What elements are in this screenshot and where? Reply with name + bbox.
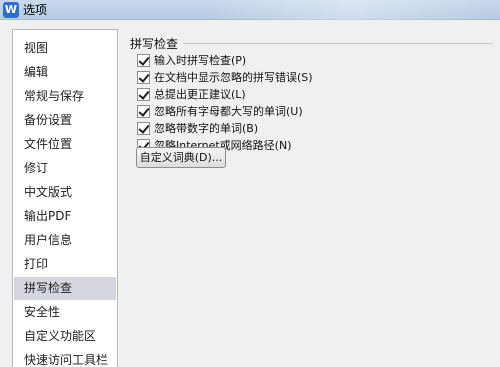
sidebar-item-general-save[interactable]: 常规与保存 <box>14 85 116 108</box>
ignore-uppercase-checkbox[interactable] <box>137 104 150 118</box>
sidebar-item-customize-ribbon[interactable]: 自定义功能区 <box>14 325 116 348</box>
spell-check-group-title: 拼写检查 <box>130 35 182 52</box>
option-ignore-uppercase[interactable]: 忽略所有字母都大写的单词(U) <box>137 103 303 119</box>
always-suggest-checkbox[interactable] <box>137 87 150 101</box>
sidebar-item-export-pdf[interactable]: 输出PDF <box>14 205 116 228</box>
ignore-numbers-label[interactable]: 忽略带数字的单词(B) <box>154 120 258 136</box>
options-dialog-body: 视图 编辑 常规与保存 备份设置 文件位置 修订 中文版式 输出PDF 用户信息… <box>0 20 500 367</box>
sidebar-item-backup[interactable]: 备份设置 <box>14 109 116 132</box>
sidebar-item-spell-check[interactable]: 拼写检查 <box>14 277 116 300</box>
sidebar-item-print[interactable]: 打印 <box>14 253 116 276</box>
options-category-list[interactable]: 视图 编辑 常规与保存 备份设置 文件位置 修订 中文版式 输出PDF 用户信息… <box>12 29 118 367</box>
window-title: 选项 <box>23 3 48 17</box>
group-divider <box>183 43 493 44</box>
sidebar-item-edit[interactable]: 编辑 <box>14 61 116 84</box>
custom-dictionary-button[interactable]: 自定义词典(D)... <box>136 147 226 168</box>
option-always-suggest[interactable]: 总提出更正建议(L) <box>137 86 246 102</box>
show-ignored-errors-label[interactable]: 在文档中显示忽略的拼写错误(S) <box>154 69 313 85</box>
ignore-uppercase-label[interactable]: 忽略所有字母都大写的单词(U) <box>154 103 303 119</box>
sidebar-item-file-location[interactable]: 文件位置 <box>14 133 116 156</box>
check-while-typing-label[interactable]: 输入时拼写检查(P) <box>154 52 246 68</box>
title-bar: W 选项 <box>0 0 500 20</box>
title-bar-glow <box>205 0 495 20</box>
check-while-typing-checkbox[interactable] <box>137 53 150 67</box>
option-check-while-typing[interactable]: 输入时拼写检查(P) <box>137 52 246 68</box>
option-ignore-numbers[interactable]: 忽略带数字的单词(B) <box>137 120 258 136</box>
always-suggest-label[interactable]: 总提出更正建议(L) <box>154 86 246 102</box>
sidebar-item-security[interactable]: 安全性 <box>14 301 116 324</box>
sidebar-item-revision[interactable]: 修订 <box>14 157 116 180</box>
sidebar-item-chinese-layout[interactable]: 中文版式 <box>14 181 116 204</box>
option-show-ignored-errors[interactable]: 在文档中显示忽略的拼写错误(S) <box>137 69 313 85</box>
sidebar-item-user-info[interactable]: 用户信息 <box>14 229 116 252</box>
sidebar-item-view[interactable]: 视图 <box>14 37 116 60</box>
ignore-numbers-checkbox[interactable] <box>137 121 150 135</box>
wps-writer-icon: W <box>3 2 19 18</box>
sidebar-item-quick-access-toolbar[interactable]: 快速访问工具栏 <box>14 349 116 367</box>
show-ignored-errors-checkbox[interactable] <box>137 70 150 84</box>
